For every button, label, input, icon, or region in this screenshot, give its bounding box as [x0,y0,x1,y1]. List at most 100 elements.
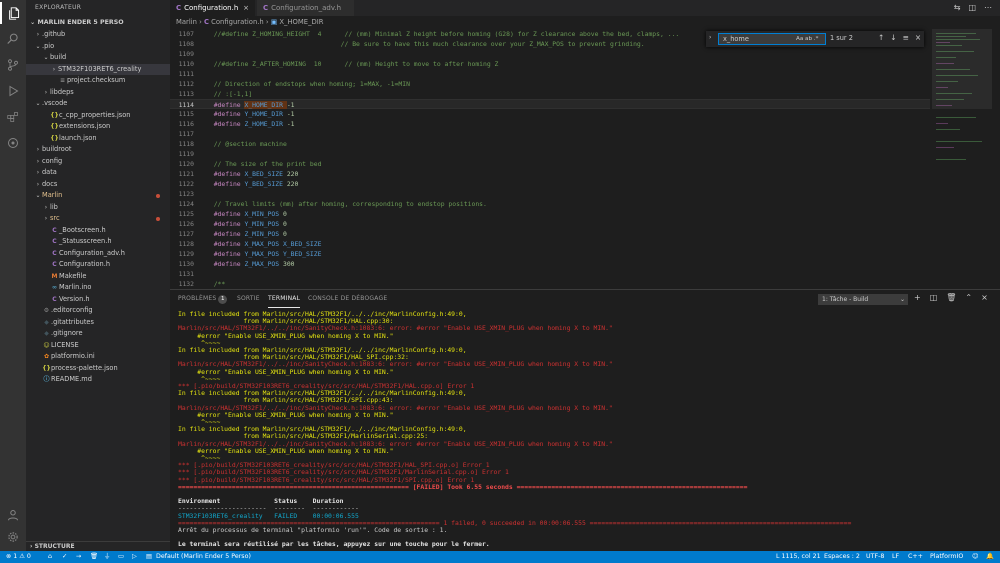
run-icon[interactable]: ▷ [132,551,137,563]
source-control-icon[interactable] [0,54,26,76]
tree-file-item[interactable]: ⓘ README.md [26,374,170,386]
tree-folder-item[interactable]: › buildroot [26,144,170,156]
tree-folder-item[interactable]: › STM32F103RET6_creality [26,63,170,75]
tab-terminal[interactable]: TERMINAL [268,290,301,308]
check-icon[interactable]: ✓ [62,551,67,563]
editor-scrollbar[interactable] [992,29,1000,287]
tree-file-item[interactable]: C Version.h [26,294,170,306]
code-line[interactable]: 1130 #define Z_MAX_POS 300 [170,259,930,269]
tree-file-item[interactable]: M Makefile [26,271,170,283]
extensions-icon[interactable] [0,106,26,128]
more-actions-icon[interactable]: ⋯ [984,3,992,12]
code-line[interactable]: 1118 // @section machine [170,139,930,149]
arrow-up-icon[interactable]: ↑ [878,33,884,42]
tree-file-item[interactable]: C Configuration_adv.h [26,248,170,260]
code-line[interactable]: 1115 #define Y_HOME_DIR -1 [170,109,930,119]
cursor-position[interactable]: L 1115, col 21 [776,551,821,563]
language-mode[interactable]: C++ [908,551,923,563]
structure-section[interactable]: › STRUCTURE [26,541,170,551]
tree-file-item[interactable]: ✿ platformio.ini [26,351,170,363]
project-environment[interactable]: Default (Marlin Ender 5 Perso) [156,551,251,563]
notifications-icon[interactable]: 🔔 [986,551,994,563]
tree-file-item[interactable]: ☺LICENSE [26,340,170,352]
close-panel-icon[interactable]: × [981,293,988,302]
tree-folder-item[interactable]: ⌄Marlin [26,190,170,202]
tab-configuration-h[interactable]: C Configuration.h × [170,0,256,16]
code-line[interactable]: 1113 // :[-1,1] [170,89,930,99]
tab-problems[interactable]: PROBLÈMES 1 [178,290,228,308]
tree-file-item[interactable]: ◆ .gitattributes [26,317,170,329]
tree-folder-item[interactable]: › src [26,213,170,225]
find-in-selection-icon[interactable]: ≡ [903,33,909,42]
code-line[interactable]: 1119 [170,149,930,159]
plug-icon[interactable]: ⏚ [104,551,110,563]
trash-icon[interactable]: 🗑 [946,293,956,302]
platformio-icon[interactable] [0,132,26,154]
platformio-status[interactable]: PlatformIO [930,551,963,563]
code-line[interactable]: 1132 /** [170,279,930,289]
terminal-select[interactable]: 1: Tâche - Build ⌄ [818,294,908,305]
breadcrumb-folder[interactable]: Marlin [176,18,197,26]
close-icon[interactable]: × [915,33,921,42]
indentation[interactable]: Espaces : 2 [824,551,860,563]
code-line[interactable]: 1117 [170,129,930,139]
project-header[interactable]: ⌄ MARLIN ENDER 5 PERSO [26,16,170,29]
code-line[interactable]: 1125 #define X_MIN_POS 0 [170,209,930,219]
explorer-icon[interactable] [0,2,26,24]
chevron-up-icon[interactable]: ⌃ [965,293,972,302]
code-line[interactable]: 1120 // The size of the print bed [170,159,930,169]
code-line[interactable]: 1122 #define Y_BED_SIZE 220 [170,179,930,189]
tree-file-item[interactable]: {}process-palette.json [26,363,170,375]
split-terminal-icon[interactable]: ◫ [930,293,938,302]
tab-debug-console[interactable]: CONSOLE DE DÉBOGAGE [308,290,387,308]
compare-icon[interactable]: ⇆ [954,3,961,12]
tab-configuration-adv-h[interactable]: C Configuration_adv.h [257,0,355,16]
run-debug-icon[interactable] [0,80,26,102]
code-line[interactable]: 1123 [170,189,930,199]
home-icon[interactable]: ⌂ [48,551,52,563]
minimap[interactable] [932,29,992,287]
tree-file-item[interactable]: {}launch.json [26,133,170,145]
tree-file-item[interactable]: C _Bootscreen.h [26,225,170,237]
tree-folder-item[interactable]: › docs [26,179,170,191]
tree-folder-item[interactable]: › data [26,167,170,179]
tree-file-item[interactable]: C _Statusscreen.h [26,236,170,248]
code-line[interactable]: 1131 [170,269,930,279]
breadcrumb-symbol[interactable]: X_HOME_DIR [279,18,323,26]
code-editor[interactable]: 1107 //#define Z_HOMING_HEIGHT 4 // (mm)… [170,29,930,289]
code-line[interactable]: 1127 #define Z_MIN_POS 0 [170,229,930,239]
trash-icon[interactable]: 🗑 [90,551,98,563]
feedback-icon[interactable]: ☺ [972,551,979,563]
code-line[interactable]: 1114 #define X_HOME_DIR -1 [170,99,930,109]
code-line[interactable]: 1124 // Travel limits (mm) after homing,… [170,199,930,209]
code-line[interactable]: 1128 #define X_MAX_POS X_BED_SIZE [170,239,930,249]
close-icon[interactable]: × [243,0,249,16]
encoding[interactable]: UTF-8 [866,551,884,563]
code-line[interactable]: 1121 #define X_BED_SIZE 220 [170,169,930,179]
end-of-line[interactable]: LF [892,551,899,563]
tree-file-item[interactable]: ∞ Marlin.ino [26,282,170,294]
new-terminal-icon[interactable]: + [914,293,921,302]
split-editor-icon[interactable]: ◫ [968,3,976,12]
code-line[interactable]: 1111 [170,69,930,79]
tree-file-item[interactable]: ⚙ .editorconfig [26,305,170,317]
tab-output[interactable]: SORTIE [237,290,260,308]
tree-folder-item[interactable]: ⌄.pio [26,41,170,53]
code-line[interactable]: 1109 [170,49,930,59]
code-line[interactable]: 1110 //#define Z_AFTER_HOMING 10 // (mm)… [170,59,930,69]
terminal-icon[interactable]: ▭ [118,551,124,563]
code-line[interactable]: 1116 #define Z_HOME_DIR -1 [170,119,930,129]
code-line[interactable]: 1126 #define Y_MIN_POS 0 [170,219,930,229]
arrow-right-icon[interactable]: → [76,551,81,563]
find-options[interactable]: Aa ab .* [796,36,818,42]
tree-folder-item[interactable]: › .github [26,29,170,41]
code-line[interactable]: 1112 // Direction of endstops when homin… [170,79,930,89]
tree-file-item[interactable]: {}c_cpp_properties.json [26,110,170,122]
tree-folder-item[interactable]: ⌄build [26,52,170,64]
tree-file-item[interactable]: ◆ .gitignore [26,328,170,340]
tree-folder-item[interactable]: › config [26,156,170,168]
code-line[interactable]: 1129 #define Y_MAX_POS Y_BED_SIZE [170,249,930,259]
tree-folder-item[interactable]: ⌄.vscode [26,98,170,110]
tree-file-item[interactable]: ≡ project.checksum [26,75,170,87]
settings-gear-icon[interactable] [0,526,26,548]
